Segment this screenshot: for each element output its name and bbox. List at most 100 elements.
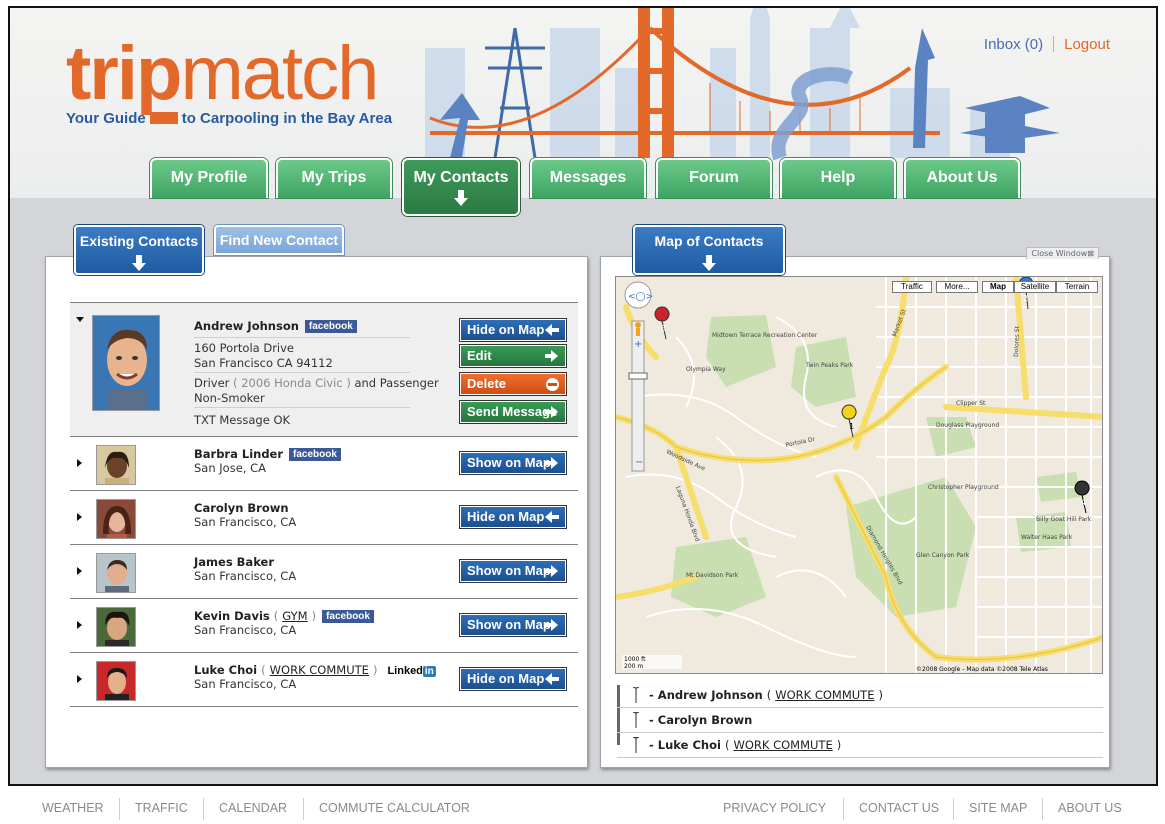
address-line-2: San Francisco CA 94112 xyxy=(194,356,333,370)
legend-tag-link[interactable]: WORK COMMUTE xyxy=(775,688,874,702)
contact-name[interactable]: Kevin Davis xyxy=(194,609,270,623)
paren: ) xyxy=(836,738,842,752)
map-label: Olympia Way xyxy=(686,366,726,373)
show-on-map-button[interactable]: Show on Map xyxy=(460,614,566,636)
arrow-right-icon xyxy=(545,565,559,577)
contact-carolyn-brown: Carolyn Brown San Francisco, CA Hide on … xyxy=(70,491,578,545)
map-canvas[interactable]: Woodside Ave Portola Dr Clipper St Dougl… xyxy=(616,277,1103,674)
expand-triangle-icon[interactable] xyxy=(77,567,82,575)
map-label: Mt Davidson Park xyxy=(686,572,739,579)
facebook-badge[interactable]: facebook xyxy=(304,320,357,333)
contact-city: San Jose, CA xyxy=(194,461,266,475)
legend-dash: - xyxy=(649,738,654,752)
contact-tag-link[interactable]: GYM xyxy=(282,609,307,623)
paren: ( xyxy=(766,688,772,702)
legend-item[interactable]: - Carolyn Brown xyxy=(617,708,1103,733)
map-type-satellite-button[interactable]: Satellite xyxy=(1014,281,1056,293)
linkedin-badge[interactable]: Linked in xyxy=(387,665,436,677)
map-label: Christopher Playground xyxy=(928,484,999,491)
map-type-map-button[interactable]: Map xyxy=(982,281,1014,293)
contact-name[interactable]: Luke Choi xyxy=(194,663,257,677)
map-more-button[interactable]: More... xyxy=(936,281,978,293)
legend-dash: - xyxy=(649,713,654,727)
footer-link-calendar[interactable]: CALENDAR xyxy=(219,801,287,815)
avatar-barbra-linder xyxy=(96,445,136,485)
contact-luke-choi: Luke Choi ( WORK COMMUTE ) Linked in San … xyxy=(70,653,578,707)
svg-text:+: + xyxy=(634,339,642,350)
contact-andrew-johnson: Andrew Johnson facebook 160 Portola Drive… xyxy=(70,303,578,437)
arrow-left-icon xyxy=(545,324,559,336)
legend-dash: - xyxy=(649,688,654,702)
smoking-pref: Non-Smoker xyxy=(194,391,265,405)
arrow-right-icon xyxy=(545,350,559,362)
map-type-terrain-button[interactable]: Terrain xyxy=(1056,281,1098,293)
footer-link-commute-calculator[interactable]: COMMUTE CALCULATOR xyxy=(319,801,470,815)
contacts-panel: Andrew Johnson facebook 160 Portola Drive… xyxy=(45,256,588,768)
show-on-map-button[interactable]: Show on Map xyxy=(460,452,566,474)
tab-help[interactable]: Help xyxy=(780,158,896,198)
contact-name[interactable]: Barbra Linder xyxy=(194,447,283,461)
legend-item[interactable]: - Andrew Johnson ( WORK COMMUTE ) xyxy=(617,683,1103,708)
facebook-badge[interactable]: facebook xyxy=(289,448,341,461)
footer-link-site-map[interactable]: SITE MAP xyxy=(969,801,1027,815)
close-window-label: Close Window xyxy=(1031,249,1088,258)
legend-item[interactable]: - Luke Choi ( WORK COMMUTE ) xyxy=(617,733,1103,758)
map-view[interactable]: Woodside Ave Portola Dr Clipper St Dougl… xyxy=(615,276,1103,674)
footer-link-about-us[interactable]: ABOUT US xyxy=(1058,801,1122,815)
role-line: Driver ( 2006 Honda Civic ) and Passenge… xyxy=(194,376,439,390)
tab-my-profile[interactable]: My Profile xyxy=(150,158,268,198)
hide-on-map-button[interactable]: Hide on Map xyxy=(460,319,566,341)
send-message-button[interactable]: Send Message xyxy=(460,401,566,423)
down-arrow-icon xyxy=(132,255,146,271)
tab-my-contacts[interactable]: My Contacts xyxy=(402,158,520,216)
contact-tag-link[interactable]: WORK COMMUTE xyxy=(270,663,369,677)
expand-triangle-icon[interactable] xyxy=(77,513,82,521)
top-links: Inbox (0) Logout xyxy=(984,36,1110,53)
avatar-james-baker xyxy=(96,553,136,593)
contact-name[interactable]: James Baker xyxy=(194,555,274,569)
collapse-triangle-icon[interactable] xyxy=(76,317,84,322)
facebook-badge[interactable]: facebook xyxy=(322,610,374,623)
expand-triangle-icon[interactable] xyxy=(77,675,82,683)
tagline-divider xyxy=(149,112,178,124)
hide-on-map-button[interactable]: Hide on Map xyxy=(460,506,566,528)
arrow-right-icon xyxy=(545,619,559,631)
logout-link[interactable]: Logout xyxy=(1064,36,1110,53)
tab-forum[interactable]: Forum xyxy=(656,158,772,198)
legend-tag-link[interactable]: WORK COMMUTE xyxy=(733,738,832,752)
button-label: Hide on Map xyxy=(467,671,545,686)
tab-existing-contacts[interactable]: Existing Contacts xyxy=(74,225,204,275)
svg-text:2: 2 xyxy=(1023,294,1028,303)
paren: ) xyxy=(878,688,884,702)
tab-find-new-contact[interactable]: Find New Contact xyxy=(214,225,344,255)
delete-button[interactable]: Delete xyxy=(460,373,566,395)
show-on-map-button[interactable]: Show on Map xyxy=(460,560,566,582)
footer-divider xyxy=(303,798,304,820)
footer-link-traffic[interactable]: TRAFFIC xyxy=(135,801,188,815)
footer-link-weather[interactable]: WEATHER xyxy=(42,801,104,815)
map-label: Douglass Playground xyxy=(936,422,999,429)
tab-my-trips[interactable]: My Trips xyxy=(276,158,392,198)
tagline: Your Guide to Carpooling in the Bay Area xyxy=(66,110,392,127)
divider xyxy=(194,407,410,408)
arrow-right-icon xyxy=(545,457,559,469)
inbox-link[interactable]: Inbox (0) xyxy=(984,36,1043,53)
footer-link-privacy-policy[interactable]: PRIVACY POLICY xyxy=(723,801,826,815)
edit-button[interactable]: Edit xyxy=(460,345,566,367)
close-icon: ⊠ xyxy=(1087,249,1094,258)
tab-messages[interactable]: Messages xyxy=(530,158,646,198)
tab-about-us[interactable]: About Us xyxy=(904,158,1020,198)
expand-triangle-icon[interactable] xyxy=(77,621,82,629)
paren: ( xyxy=(273,609,279,623)
expand-triangle-icon[interactable] xyxy=(77,459,82,467)
footer-divider xyxy=(953,798,954,820)
tab-existing-contacts-label: Existing Contacts xyxy=(79,233,199,249)
close-window-button[interactable]: Close Window⊠ xyxy=(1026,247,1099,259)
footer-link-contact-us[interactable]: CONTACT US xyxy=(859,801,939,815)
contact-name[interactable]: Carolyn Brown xyxy=(194,501,289,515)
hide-on-map-button[interactable]: Hide on Map xyxy=(460,668,566,690)
logo[interactable]: tripmatch xyxy=(66,36,379,112)
contact-name[interactable]: Andrew Johnson xyxy=(194,319,299,333)
map-traffic-button[interactable]: Traffic xyxy=(892,281,932,293)
address-line-1: 160 Portola Drive xyxy=(194,341,294,355)
